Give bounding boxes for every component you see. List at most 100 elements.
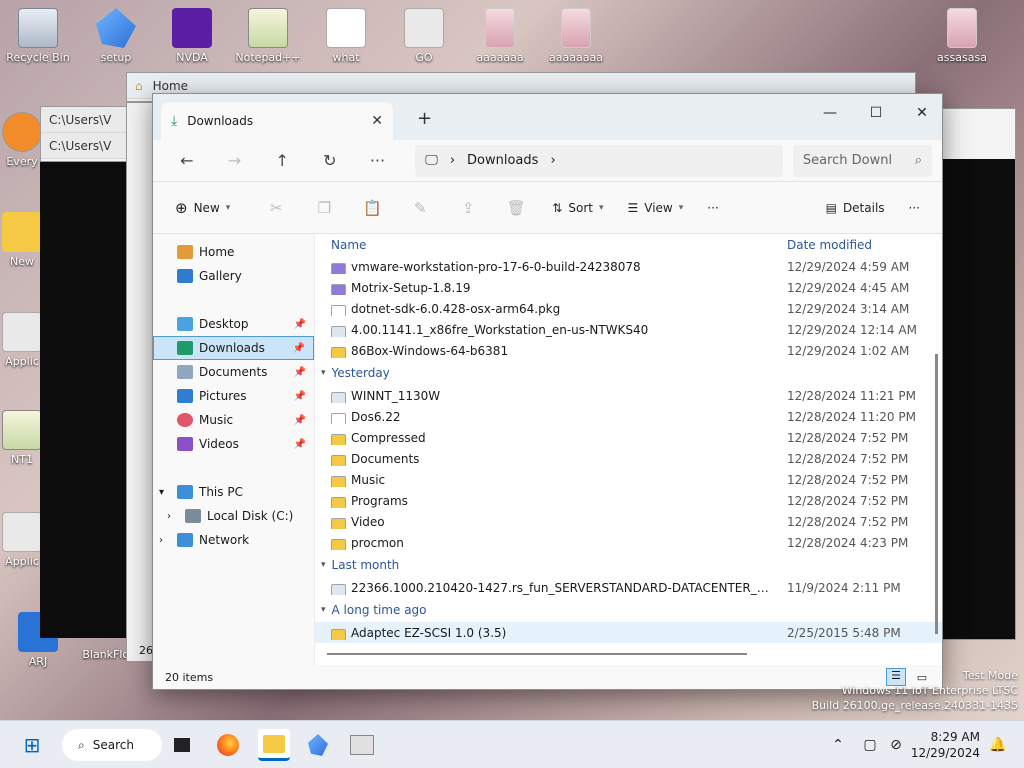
file-name: procmon <box>315 536 771 550</box>
nav-item-desktop[interactable]: Desktop 📌 <box>153 312 314 336</box>
file-explorer-taskbar-icon[interactable] <box>258 729 290 761</box>
desktop-icon-notepad[interactable]: Notepad++ <box>232 8 304 64</box>
details-button[interactable]: ▤ Details <box>814 192 897 224</box>
gallery-icon <box>177 269 193 283</box>
desktop-icon-recycle-bin[interactable]: Recycle Bin <box>2 8 74 64</box>
group-long-ago: Adaptec EZ-SCSI 1.0 (3.5) 2/25/2015 5:48 … <box>315 622 942 643</box>
nvda-icon <box>172 8 212 48</box>
file-row[interactable]: 22366.1000.210420-1427.rs_fun_SERVERSTAN… <box>315 577 942 598</box>
nav-item-home[interactable]: Home <box>153 240 314 264</box>
desktop-icon-nvda[interactable]: NVDA <box>156 8 228 64</box>
chevron-up-icon[interactable]: ⌃ <box>822 729 854 761</box>
address-bar[interactable]: 🖵 › Downloads › <box>415 144 783 177</box>
setup-taskbar-icon[interactable] <box>302 729 334 761</box>
file-explorer-window[interactable]: ⤓ Downloads ✕ + — ☐ ✕ ← → ↑ ↻ ··· 🖵 › Do… <box>152 93 943 690</box>
desktop-icon-go[interactable]: GO <box>388 8 460 64</box>
notification-bell-icon[interactable]: 🔔 <box>982 729 1014 761</box>
more-options-button[interactable]: ··· <box>695 192 730 224</box>
network-status-icon[interactable]: ⊘ <box>880 729 912 761</box>
refresh-icon[interactable]: ↻ <box>306 151 354 170</box>
see-more-button[interactable]: ··· <box>897 192 932 224</box>
file-name: Programs <box>315 494 771 508</box>
maximize-button[interactable]: ☐ <box>853 100 899 126</box>
file-row[interactable]: Music 12/28/2024 7:52 PM <box>315 469 942 490</box>
app-taskbar-icon[interactable] <box>346 729 378 761</box>
more-nav-icon[interactable]: ··· <box>354 151 402 170</box>
new-tab-button[interactable]: + <box>417 108 432 129</box>
file-row[interactable]: procmon 12/28/2024 4:23 PM <box>315 532 942 553</box>
nav-item-documents[interactable]: Documents 📌 <box>153 360 314 384</box>
copy-icon[interactable]: ❐ <box>300 199 348 217</box>
breadcrumb[interactable]: Downloads <box>467 153 538 168</box>
start-icon[interactable]: ⊞ <box>16 729 48 761</box>
new-button[interactable]: ⊕ New ▾ <box>163 192 242 224</box>
up-icon[interactable]: ↑ <box>258 151 306 170</box>
column-name[interactable]: Name <box>315 238 787 252</box>
group-today: vmware-workstation-pro-17-6-0-build-2423… <box>315 256 942 361</box>
pin-icon[interactable]: 📌 <box>293 343 305 354</box>
desktop-icon-image-2[interactable]: aaaaaaaa <box>540 8 612 64</box>
horizontal-scrollbar[interactable] <box>321 649 928 659</box>
desktop-icon-image-1[interactable]: aaaaaaa <box>464 8 536 64</box>
sort-button[interactable]: ⇅ Sort ▾ <box>540 192 615 224</box>
file-row[interactable]: Documents 12/28/2024 7:52 PM <box>315 448 942 469</box>
close-button[interactable]: ✕ <box>899 100 942 126</box>
vertical-scrollbar[interactable] <box>935 354 938 634</box>
cut-icon[interactable]: ✂ <box>252 199 300 217</box>
pin-icon[interactable]: 📌 <box>294 439 306 450</box>
file-row[interactable]: Dos6.22 12/28/2024 11:20 PM <box>315 406 942 427</box>
file-row[interactable]: vmware-workstation-pro-17-6-0-build-2423… <box>315 256 942 277</box>
tab-close-icon[interactable]: ✕ <box>371 113 383 129</box>
chevron-down-icon[interactable]: ▾ <box>159 487 177 498</box>
pc-icon <box>177 485 193 499</box>
pin-icon[interactable]: 📌 <box>294 415 306 426</box>
file-row[interactable]: Video 12/28/2024 7:52 PM <box>315 511 942 532</box>
group-header-last-month[interactable]: ▾ Last month <box>315 553 942 577</box>
group-header-long-ago[interactable]: ▾ A long time ago <box>315 598 942 622</box>
delete-icon[interactable]: 🗑 <box>492 199 540 217</box>
nav-item-pictures[interactable]: Pictures 📌 <box>153 384 314 408</box>
background-console-right[interactable] <box>940 108 1016 640</box>
pin-icon[interactable]: 📌 <box>294 391 306 402</box>
file-row[interactable]: 86Box-Windows-64-b6381 12/29/2024 1:02 AM <box>315 340 942 361</box>
pin-icon[interactable]: 📌 <box>294 319 306 330</box>
rename-icon[interactable]: ✎ <box>396 199 444 217</box>
nav-item-local-disk[interactable]: › Local Disk (C:) <box>153 504 314 528</box>
gear-icon <box>2 512 42 552</box>
group-header-yesterday[interactable]: ▾ Yesterday <box>315 361 942 385</box>
file-row[interactable]: Programs 12/28/2024 7:52 PM <box>315 490 942 511</box>
firefox-icon[interactable] <box>212 729 244 761</box>
nav-item-music[interactable]: Music 📌 <box>153 408 314 432</box>
nav-item-this-pc[interactable]: ▾ This PC <box>153 480 314 504</box>
file-row[interactable]: Adaptec EZ-SCSI 1.0 (3.5) 2/25/2015 5:48 … <box>315 622 942 643</box>
paste-icon[interactable]: 📋 <box>348 199 396 217</box>
file-row[interactable]: Compressed 12/28/2024 7:52 PM <box>315 427 942 448</box>
forward-icon[interactable]: → <box>211 151 259 170</box>
pin-icon[interactable]: 📌 <box>294 367 306 378</box>
taskbar-search[interactable]: ⌕ Search <box>62 729 162 761</box>
tab-downloads[interactable]: ⤓ Downloads ✕ <box>161 102 393 140</box>
view-button[interactable]: ☰ View ▾ <box>616 192 696 224</box>
share-icon[interactable]: ⇪ <box>444 199 492 217</box>
nav-item-network[interactable]: › Network <box>153 528 314 552</box>
desktop-icon-image-3[interactable]: assasasa <box>926 8 998 64</box>
search-input[interactable]: Search Downl ⌕ <box>792 144 932 177</box>
file-row[interactable]: dotnet-sdk-6.0.428-osx-arm64.pkg 12/29/20… <box>315 298 942 319</box>
desktop-icon-setup[interactable]: setup <box>80 8 152 64</box>
back-icon[interactable]: ← <box>163 151 211 170</box>
clock[interactable]: 8:29 AM 12/29/2024 <box>910 729 980 761</box>
chevron-right-icon[interactable]: › <box>159 535 177 546</box>
scrollbar-thumb[interactable] <box>327 653 747 655</box>
file-row[interactable]: Motrix-Setup-1.8.19 12/29/2024 4:45 AM <box>315 277 942 298</box>
file-row[interactable]: 4.00.1141.1_x86fre_Workstation_en-us-NTW… <box>315 319 942 340</box>
column-date-modified[interactable]: Date modified <box>787 238 872 252</box>
nav-item-videos[interactable]: Videos 📌 <box>153 432 314 456</box>
chevron-right-icon[interactable]: › <box>167 511 185 522</box>
desktop-icon-what[interactable]: what <box>310 8 382 64</box>
nav-item-downloads[interactable]: Downloads 📌 <box>153 336 314 360</box>
task-view-icon[interactable] <box>166 729 198 761</box>
chevron-right-icon[interactable]: › <box>550 153 555 168</box>
file-row[interactable]: WINNT_1130W 12/28/2024 11:21 PM <box>315 385 942 406</box>
minimize-button[interactable]: — <box>807 100 853 126</box>
nav-item-gallery[interactable]: Gallery <box>153 264 314 288</box>
